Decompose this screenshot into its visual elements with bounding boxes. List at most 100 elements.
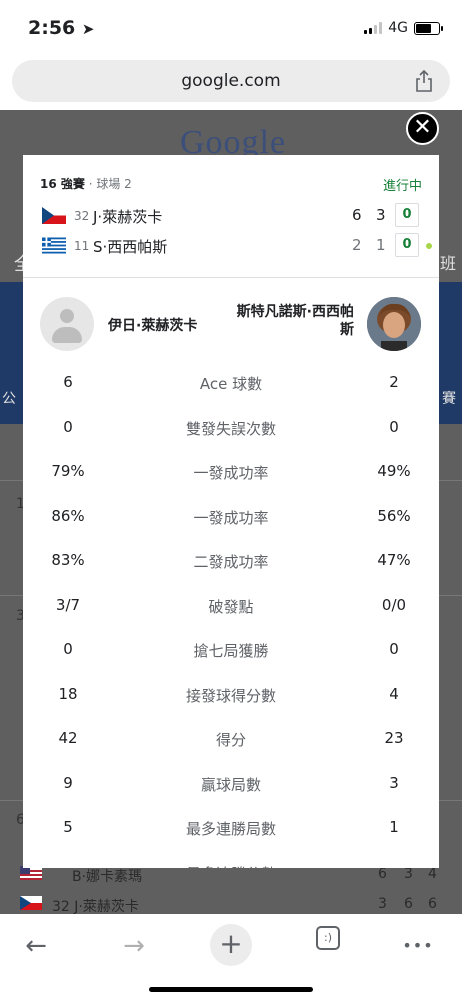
address-bar[interactable]: google.com <box>12 60 450 102</box>
stat-left-value: 9 <box>63 773 73 792</box>
stat-left-value: 0 <box>63 640 73 658</box>
match-round: 16 強賽 · 球場 2 <box>40 177 132 191</box>
stat-row: 86% 一發成功率 56% <box>23 507 439 527</box>
avatar <box>367 297 421 351</box>
stat-row: 0 雙發失誤次數 0 <box>23 418 439 438</box>
stat-left-value: 5 <box>63 818 73 836</box>
match-stats-card: 16 強賽 · 球場 2 進行中 32 J·萊赫茨卡 6 3 0 11 S·西西… <box>23 155 439 868</box>
stat-row: 9 贏球局數 3 <box>23 774 439 794</box>
stat-label: 一發成功率 <box>193 508 269 527</box>
location-arrow-icon: ➤ <box>81 20 95 38</box>
tabs-icon: :) <box>324 931 332 944</box>
bg-text: 班 <box>440 254 457 273</box>
stat-row: 0 搶七局獲勝 0 <box>23 640 439 660</box>
stat-label: Ace 球數 <box>199 375 263 393</box>
set-score: 2 <box>352 236 362 254</box>
stat-row: 18 接發球得分數 4 <box>23 685 439 705</box>
player-seed: 32 <box>74 209 90 223</box>
stat-row: 42 得分 23 <box>23 729 439 749</box>
back-icon: ← <box>25 931 47 961</box>
stat-label: 最多連勝局數 <box>185 820 276 838</box>
bg-score: 6 <box>428 896 437 912</box>
network-label: 4G <box>388 20 408 36</box>
stat-right-value: 56% <box>377 506 411 525</box>
usa-flag-icon <box>20 866 42 880</box>
bg-score: 4 <box>428 866 437 882</box>
battery-icon <box>414 21 443 35</box>
stat-right-value: 2 <box>389 373 399 391</box>
player-row[interactable]: 32 J·萊赫茨卡 6 3 0 <box>40 203 434 231</box>
czech-flag-icon <box>42 207 66 224</box>
stat-left-value: 42 <box>58 729 78 747</box>
set-score: 6 <box>352 206 362 224</box>
stat-label: 接發球得分數 <box>185 686 276 705</box>
set-score: 3 <box>376 206 386 224</box>
set-score: 1 <box>376 236 386 254</box>
stat-left-value: 18 <box>58 684 78 703</box>
player-row[interactable]: 11 S·西西帕斯 2 1 0 <box>40 233 434 261</box>
bg-score: 3 <box>378 896 387 912</box>
stat-row: 6 Ace 球數 2 <box>23 373 439 393</box>
more-button[interactable]: ••• <box>400 924 436 968</box>
stat-label: 破發點 <box>208 597 254 616</box>
new-tab-button[interactable]: + <box>210 924 252 966</box>
stat-row: 79% 一發成功率 49% <box>23 462 439 482</box>
tabs-button[interactable]: :) <box>316 926 340 950</box>
home-indicator <box>149 987 313 992</box>
czech-flag-icon <box>20 896 42 910</box>
stat-left-value: 6 <box>63 373 73 391</box>
stat-row: 最多連勝分數 <box>23 863 439 869</box>
right-player-name: 斯特凡諾斯·西西帕斯 <box>236 304 354 338</box>
status-bar: 2:56 ➤ 4G <box>0 0 462 56</box>
stat-row: 83% 二發成功率 47% <box>23 551 439 571</box>
share-icon[interactable] <box>414 69 434 93</box>
serve-indicator-icon <box>426 243 432 249</box>
divider <box>23 277 439 278</box>
plus-icon: + <box>219 927 243 960</box>
stat-left-value: 83% <box>51 551 85 569</box>
stat-left-value: 0 <box>63 417 73 436</box>
back-button[interactable]: ← <box>20 924 52 968</box>
stat-left-value: 86% <box>51 506 85 525</box>
stat-right-value: 0 <box>389 640 399 658</box>
address-bar-container: google.com <box>0 56 462 110</box>
bg-score: 3 <box>404 866 413 882</box>
signal-icon <box>364 22 383 34</box>
stat-right-value: 49% <box>377 462 411 480</box>
close-icon: ✕ <box>413 115 432 140</box>
forward-button[interactable]: → <box>118 924 150 968</box>
stat-label: 二發成功率 <box>193 553 269 571</box>
url-text[interactable]: google.com <box>12 71 450 91</box>
stat-label: 搶七局獲勝 <box>193 642 269 660</box>
more-icon: ••• <box>402 936 434 955</box>
player-name: J·萊赫茨卡 <box>93 208 163 226</box>
clock: 2:56 ➤ <box>28 17 95 39</box>
stat-label: 得分 <box>215 731 246 749</box>
stat-left-value: 3/7 <box>55 595 81 614</box>
bg-text: 公 <box>2 391 16 407</box>
stat-label: 一發成功率 <box>193 464 269 482</box>
stat-right-value: 4 <box>389 684 399 703</box>
bg-text: 賽 <box>442 391 456 407</box>
stat-right-value: 0 <box>389 417 399 436</box>
bg-player-name: 32 J·萊赫茨卡 <box>52 899 139 914</box>
current-game-score: 0 <box>395 233 419 257</box>
forward-icon: → <box>123 931 145 961</box>
stat-label: 雙發失誤次數 <box>185 419 276 438</box>
stat-right-value: 3 <box>389 773 399 792</box>
stat-label: 最多連勝分數 <box>113 863 349 869</box>
greece-flag-icon <box>42 237 66 254</box>
close-button[interactable]: ✕ <box>406 112 439 145</box>
stat-label: 贏球局數 <box>200 775 261 794</box>
current-game-score: 0 <box>395 203 419 227</box>
stat-right-value: 0/0 <box>381 595 407 614</box>
stat-right-value: 1 <box>389 818 399 836</box>
stat-right-value: 47% <box>377 551 411 569</box>
stat-row: 5 最多連勝局數 1 <box>23 818 439 838</box>
stat-right-value: 23 <box>384 729 404 747</box>
avatar <box>40 297 94 351</box>
bg-player-name: B·娜卡素瑪 <box>72 869 143 885</box>
bg-score: 6 <box>378 866 387 882</box>
player-name: S·西西帕斯 <box>93 238 168 256</box>
stat-row: 3/7 破發點 0/0 <box>23 596 439 616</box>
